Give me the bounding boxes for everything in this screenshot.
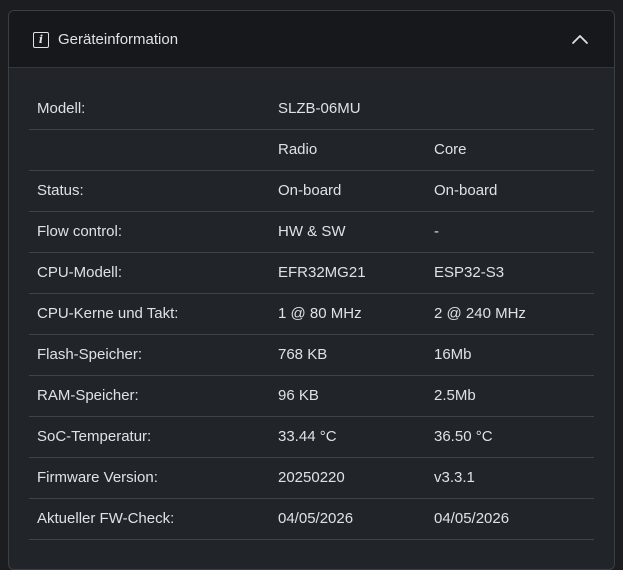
table-row: Flow control: HW & SW -: [29, 211, 594, 253]
radio-value: EFR32MG21: [270, 252, 426, 294]
core-value: On-board: [426, 170, 594, 212]
chevron-up-icon[interactable]: [570, 29, 590, 49]
radio-value: HW & SW: [270, 211, 426, 253]
table-row: CPU-Modell: EFR32MG21 ESP32-S3: [29, 252, 594, 294]
table-row-model: Modell: SLZB-06MU: [29, 88, 594, 130]
core-value: v3.3.1: [426, 457, 594, 499]
table-row: SoC-Temperatur: 33.44 °C 36.50 °C: [29, 416, 594, 458]
table-row: Flash-Speicher: 768 KB 16Mb: [29, 334, 594, 376]
radio-value: 768 KB: [270, 334, 426, 376]
radio-value: On-board: [270, 170, 426, 212]
column-header-empty: [29, 129, 270, 171]
core-value: 36.50 °C: [426, 416, 594, 458]
row-label: Modell:: [29, 88, 270, 130]
card-header[interactable]: i Geräteinformation: [9, 11, 614, 68]
row-label: Aktueller FW-Check:: [29, 498, 270, 540]
row-label: SoC-Temperatur:: [29, 416, 270, 458]
table-row: Status: On-board On-board: [29, 170, 594, 212]
row-label: CPU-Kerne und Takt:: [29, 293, 270, 335]
core-value: -: [426, 211, 594, 253]
row-label: CPU-Modell:: [29, 252, 270, 294]
core-value: 16Mb: [426, 334, 594, 376]
device-info-table: Modell: SLZB-06MU Radio Core Status: On-b…: [29, 88, 594, 540]
card-body: Modell: SLZB-06MU Radio Core Status: On-b…: [9, 68, 614, 540]
radio-value: 96 KB: [270, 375, 426, 417]
radio-value: 04/05/2026: [270, 498, 426, 540]
card-title: Geräteinformation: [58, 30, 179, 48]
model-value: SLZB-06MU: [270, 88, 594, 130]
info-icon: i: [33, 31, 49, 48]
radio-value: 20250220: [270, 457, 426, 499]
table-row: Firmware Version: 20250220 v3.3.1: [29, 457, 594, 499]
row-label: RAM-Speicher:: [29, 375, 270, 417]
radio-value: 33.44 °C: [270, 416, 426, 458]
table-row: Aktueller FW-Check: 04/05/2026 04/05/2026: [29, 498, 594, 540]
row-label: Flow control:: [29, 211, 270, 253]
row-label: Firmware Version:: [29, 457, 270, 499]
table-row: RAM-Speicher: 96 KB 2.5Mb: [29, 375, 594, 417]
table-row: CPU-Kerne und Takt: 1 @ 80 MHz 2 @ 240 MHz: [29, 293, 594, 335]
core-value: 2.5Mb: [426, 375, 594, 417]
row-label: Status:: [29, 170, 270, 212]
column-header-radio: Radio: [270, 129, 426, 171]
column-header-core: Core: [426, 129, 594, 171]
radio-value: 1 @ 80 MHz: [270, 293, 426, 335]
table-header-row: Radio Core: [29, 129, 594, 171]
core-value: 04/05/2026: [426, 498, 594, 540]
row-label: Flash-Speicher:: [29, 334, 270, 376]
core-value: 2 @ 240 MHz: [426, 293, 594, 335]
core-value: ESP32-S3: [426, 252, 594, 294]
device-info-card: i Geräteinformation Modell: SLZB-06MU Ra…: [8, 10, 615, 570]
